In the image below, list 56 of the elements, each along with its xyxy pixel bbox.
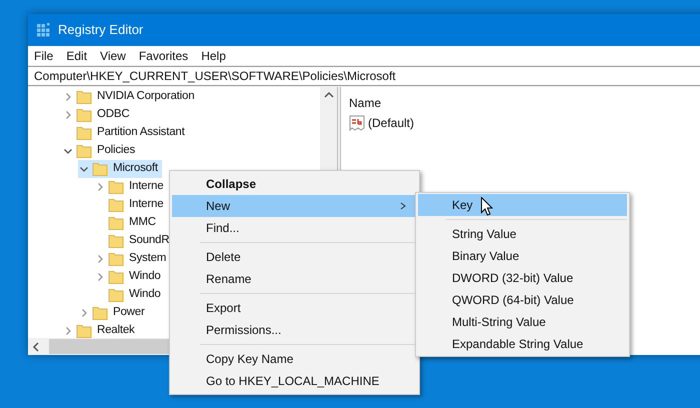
- window-title: Registry Editor: [58, 21, 144, 40]
- tree-item[interactable]: Power: [78, 304, 149, 322]
- menu-item[interactable]: Binary Value: [418, 245, 627, 267]
- tree-item[interactable]: System: [94, 250, 170, 268]
- menu-item[interactable]: Copy Key Name: [172, 348, 417, 370]
- menu-item[interactable]: Collapse: [172, 173, 417, 195]
- tree-item[interactable]: Interne: [94, 196, 168, 214]
- folder-icon: [76, 125, 92, 141]
- menu-item[interactable]: Go to HKEY_LOCAL_MACHINE: [172, 370, 417, 392]
- tree-item[interactable]: SoundR: [94, 232, 174, 250]
- chevron-right-icon[interactable]: [95, 182, 105, 192]
- folder-icon: [108, 251, 124, 267]
- tree-item[interactable]: Windo: [94, 268, 165, 286]
- address-bar[interactable]: Computer\HKEY_CURRENT_USER\SOFTWARE\Policies\Microsoft: [28, 66, 700, 86]
- menu-item[interactable]: Multi-String Value: [418, 311, 627, 333]
- menu-bar-item[interactable]: View: [100, 46, 126, 64]
- folder-icon: [76, 89, 92, 105]
- tree-item[interactable]: Windo: [94, 286, 165, 304]
- tree-item[interactable]: Partition Assistant: [62, 124, 189, 142]
- tree-item[interactable]: Realtek: [62, 322, 139, 338]
- tree-item[interactable]: NVIDIA Corporation: [62, 88, 198, 106]
- menu-item[interactable]: Rename: [172, 268, 417, 290]
- folder-icon: [108, 269, 124, 285]
- tree-item[interactable]: Interne: [94, 178, 168, 196]
- menu-item[interactable]: Export: [172, 297, 417, 319]
- folder-icon: [92, 161, 108, 177]
- menu-item[interactable]: Expandable String Value: [418, 333, 627, 355]
- tree-item[interactable]: Policies: [62, 142, 140, 160]
- menu-item[interactable]: DWORD (32-bit) Value: [418, 267, 627, 289]
- folder-icon: [92, 305, 108, 321]
- tree-item[interactable]: Microsoft: [78, 160, 162, 178]
- scroll-up-icon[interactable]: [324, 91, 334, 99]
- chevron-right-icon: [399, 202, 407, 210]
- menu-bar-item[interactable]: Help: [201, 46, 226, 64]
- app-icon: [36, 23, 50, 37]
- menu-item[interactable]: QWORD (64-bit) Value: [418, 289, 627, 311]
- folder-icon: [108, 233, 124, 249]
- menu-item[interactable]: String Value: [418, 223, 627, 245]
- menu-bar-item[interactable]: File: [34, 46, 54, 64]
- menu-item[interactable]: Delete: [172, 246, 417, 268]
- menu-item[interactable]: Find...: [172, 217, 417, 239]
- string-value-icon: [349, 115, 365, 131]
- menu-item[interactable]: Permissions...: [172, 319, 417, 341]
- mouse-pointer-icon: [481, 197, 493, 216]
- folder-icon: [108, 197, 124, 213]
- menu-bar-item[interactable]: Favorites: [138, 46, 188, 64]
- menu-item[interactable]: Key: [418, 194, 627, 216]
- folder-icon: [108, 215, 124, 231]
- tree-item[interactable]: ODBC: [62, 106, 134, 124]
- folder-icon: [76, 107, 92, 123]
- column-header[interactable]: Name: [349, 94, 700, 114]
- value-name[interactable]: (Default): [368, 114, 414, 132]
- menu-bar-item[interactable]: Edit: [66, 46, 88, 64]
- menu-item[interactable]: New: [172, 195, 417, 217]
- tree-item[interactable]: MMC: [94, 214, 160, 232]
- folder-icon: [108, 287, 124, 303]
